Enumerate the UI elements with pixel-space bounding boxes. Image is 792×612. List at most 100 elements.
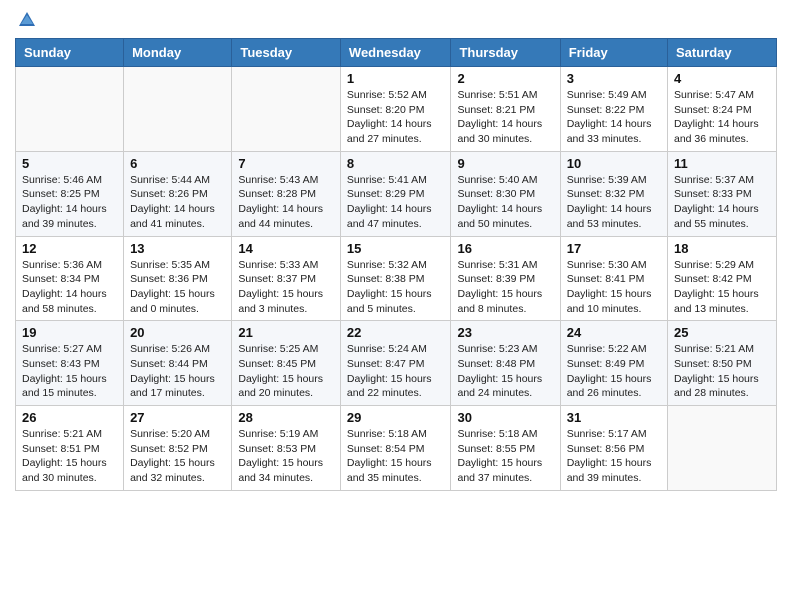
day-number: 1	[347, 71, 445, 86]
calendar-cell: 1Sunrise: 5:52 AM Sunset: 8:20 PM Daylig…	[340, 67, 451, 152]
day-number: 7	[238, 156, 334, 171]
day-info: Sunrise: 5:30 AM Sunset: 8:41 PM Dayligh…	[567, 258, 661, 317]
calendar-table: SundayMondayTuesdayWednesdayThursdayFrid…	[15, 38, 777, 491]
day-info: Sunrise: 5:51 AM Sunset: 8:21 PM Dayligh…	[457, 88, 553, 147]
calendar-cell: 7 Sunrise: 5:43 AM Sunset: 8:28 PM Daylig…	[232, 151, 341, 236]
calendar-cell: 11Sunrise: 5:37 AM Sunset: 8:33 PM Dayli…	[668, 151, 777, 236]
calendar-cell	[124, 67, 232, 152]
day-number: 30	[457, 410, 553, 425]
calendar-cell: 14Sunrise: 5:33 AM Sunset: 8:37 PM Dayli…	[232, 236, 341, 321]
day-number: 9	[457, 156, 553, 171]
day-info: Sunrise: 5:47 AM Sunset: 8:24 PM Dayligh…	[674, 88, 770, 147]
logo	[15, 10, 37, 30]
calendar-cell: 16 Sunrise: 5:31 AM Sunset: 8:39 PM Dayli…	[451, 236, 560, 321]
day-info: Sunrise: 5:19 AM Sunset: 8:53 PM Dayligh…	[238, 427, 334, 486]
calendar-cell: 31 Sunrise: 5:17 AM Sunset: 8:56 PM Dayli…	[560, 406, 667, 491]
day-info: Sunrise: 5:26 AM Sunset: 8:44 PM Dayligh…	[130, 342, 225, 401]
calendar-cell: 22 Sunrise: 5:24 AM Sunset: 8:47 PM Dayli…	[340, 321, 451, 406]
day-info: Sunrise: 5:46 AM Sunset: 8:25 PM Dayligh…	[22, 173, 117, 232]
calendar-cell: 15Sunrise: 5:32 AM Sunset: 8:38 PM Dayli…	[340, 236, 451, 321]
day-number: 27	[130, 410, 225, 425]
day-number: 29	[347, 410, 445, 425]
calendar-cell: 23 Sunrise: 5:23 AM Sunset: 8:48 PM Dayli…	[451, 321, 560, 406]
calendar-cell: 9 Sunrise: 5:40 AM Sunset: 8:30 PM Daylig…	[451, 151, 560, 236]
calendar-cell: 3Sunrise: 5:49 AM Sunset: 8:22 PM Daylig…	[560, 67, 667, 152]
day-info: Sunrise: 5:33 AM Sunset: 8:37 PM Dayligh…	[238, 258, 334, 317]
day-number: 5	[22, 156, 117, 171]
calendar-header-sunday: Sunday	[16, 39, 124, 67]
calendar-cell: 20 Sunrise: 5:26 AM Sunset: 8:44 PM Dayli…	[124, 321, 232, 406]
calendar-cell: 24 Sunrise: 5:22 AM Sunset: 8:49 PM Dayli…	[560, 321, 667, 406]
day-number: 31	[567, 410, 661, 425]
calendar-cell: 30 Sunrise: 5:18 AM Sunset: 8:55 PM Dayli…	[451, 406, 560, 491]
calendar-cell	[232, 67, 341, 152]
day-info: Sunrise: 5:44 AM Sunset: 8:26 PM Dayligh…	[130, 173, 225, 232]
day-number: 17	[567, 241, 661, 256]
day-info: Sunrise: 5:49 AM Sunset: 8:22 PM Dayligh…	[567, 88, 661, 147]
calendar-cell: 6 Sunrise: 5:44 AM Sunset: 8:26 PM Daylig…	[124, 151, 232, 236]
day-number: 16	[457, 241, 553, 256]
day-info: Sunrise: 5:29 AM Sunset: 8:42 PM Dayligh…	[674, 258, 770, 317]
day-number: 25	[674, 325, 770, 340]
calendar-cell	[16, 67, 124, 152]
calendar-week-row: 12 Sunrise: 5:36 AM Sunset: 8:34 PM Dayli…	[16, 236, 777, 321]
day-info: Sunrise: 5:37 AM Sunset: 8:33 PM Dayligh…	[674, 173, 770, 232]
day-info: Sunrise: 5:31 AM Sunset: 8:39 PM Dayligh…	[457, 258, 553, 317]
day-info: Sunrise: 5:39 AM Sunset: 8:32 PM Dayligh…	[567, 173, 661, 232]
day-info: Sunrise: 5:27 AM Sunset: 8:43 PM Dayligh…	[22, 342, 117, 401]
calendar-cell: 21 Sunrise: 5:25 AM Sunset: 8:45 PM Dayli…	[232, 321, 341, 406]
calendar-week-row: 1Sunrise: 5:52 AM Sunset: 8:20 PM Daylig…	[16, 67, 777, 152]
day-info: Sunrise: 5:18 AM Sunset: 8:55 PM Dayligh…	[457, 427, 553, 486]
day-info: Sunrise: 5:21 AM Sunset: 8:51 PM Dayligh…	[22, 427, 117, 486]
calendar-cell: 5 Sunrise: 5:46 AM Sunset: 8:25 PM Daylig…	[16, 151, 124, 236]
day-number: 28	[238, 410, 334, 425]
day-number: 4	[674, 71, 770, 86]
day-info: Sunrise: 5:20 AM Sunset: 8:52 PM Dayligh…	[130, 427, 225, 486]
day-number: 10	[567, 156, 661, 171]
day-info: Sunrise: 5:18 AM Sunset: 8:54 PM Dayligh…	[347, 427, 445, 486]
calendar-cell: 18 Sunrise: 5:29 AM Sunset: 8:42 PM Dayli…	[668, 236, 777, 321]
day-number: 23	[457, 325, 553, 340]
day-number: 19	[22, 325, 117, 340]
day-number: 20	[130, 325, 225, 340]
day-number: 2	[457, 71, 553, 86]
calendar-header-saturday: Saturday	[668, 39, 777, 67]
calendar-cell: 29 Sunrise: 5:18 AM Sunset: 8:54 PM Dayli…	[340, 406, 451, 491]
logo-icon	[17, 10, 37, 30]
day-info: Sunrise: 5:35 AM Sunset: 8:36 PM Dayligh…	[130, 258, 225, 317]
day-number: 22	[347, 325, 445, 340]
calendar-header-monday: Monday	[124, 39, 232, 67]
day-number: 13	[130, 241, 225, 256]
day-number: 26	[22, 410, 117, 425]
calendar-cell: 26 Sunrise: 5:21 AM Sunset: 8:51 PM Dayli…	[16, 406, 124, 491]
calendar-cell: 4 Sunrise: 5:47 AM Sunset: 8:24 PM Daylig…	[668, 67, 777, 152]
calendar-cell: 2 Sunrise: 5:51 AM Sunset: 8:21 PM Daylig…	[451, 67, 560, 152]
calendar-header-row: SundayMondayTuesdayWednesdayThursdayFrid…	[16, 39, 777, 67]
day-info: Sunrise: 5:24 AM Sunset: 8:47 PM Dayligh…	[347, 342, 445, 401]
day-number: 6	[130, 156, 225, 171]
header	[15, 10, 777, 30]
day-info: Sunrise: 5:25 AM Sunset: 8:45 PM Dayligh…	[238, 342, 334, 401]
day-number: 24	[567, 325, 661, 340]
calendar-cell	[668, 406, 777, 491]
calendar-cell: 10 Sunrise: 5:39 AM Sunset: 8:32 PM Dayli…	[560, 151, 667, 236]
day-info: Sunrise: 5:17 AM Sunset: 8:56 PM Dayligh…	[567, 427, 661, 486]
page: SundayMondayTuesdayWednesdayThursdayFrid…	[0, 0, 792, 506]
calendar-header-tuesday: Tuesday	[232, 39, 341, 67]
day-number: 18	[674, 241, 770, 256]
day-number: 12	[22, 241, 117, 256]
calendar-week-row: 19 Sunrise: 5:27 AM Sunset: 8:43 PM Dayli…	[16, 321, 777, 406]
day-info: Sunrise: 5:22 AM Sunset: 8:49 PM Dayligh…	[567, 342, 661, 401]
calendar-header-friday: Friday	[560, 39, 667, 67]
calendar-cell: 25Sunrise: 5:21 AM Sunset: 8:50 PM Dayli…	[668, 321, 777, 406]
calendar-header-thursday: Thursday	[451, 39, 560, 67]
calendar-cell: 28 Sunrise: 5:19 AM Sunset: 8:53 PM Dayli…	[232, 406, 341, 491]
day-number: 21	[238, 325, 334, 340]
calendar-cell: 17 Sunrise: 5:30 AM Sunset: 8:41 PM Dayli…	[560, 236, 667, 321]
calendar-cell: 19 Sunrise: 5:27 AM Sunset: 8:43 PM Dayli…	[16, 321, 124, 406]
calendar-cell: 27 Sunrise: 5:20 AM Sunset: 8:52 PM Dayli…	[124, 406, 232, 491]
day-info: Sunrise: 5:43 AM Sunset: 8:28 PM Dayligh…	[238, 173, 334, 232]
day-info: Sunrise: 5:23 AM Sunset: 8:48 PM Dayligh…	[457, 342, 553, 401]
day-info: Sunrise: 5:40 AM Sunset: 8:30 PM Dayligh…	[457, 173, 553, 232]
day-info: Sunrise: 5:36 AM Sunset: 8:34 PM Dayligh…	[22, 258, 117, 317]
